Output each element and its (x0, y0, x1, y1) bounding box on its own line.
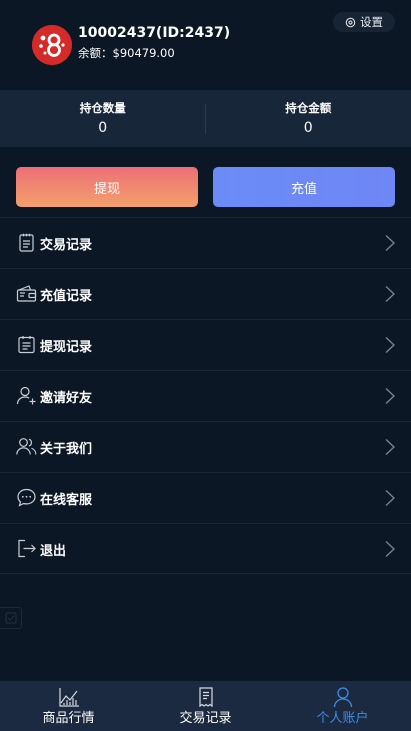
chevron-right-icon (384, 234, 396, 252)
withdraw-button[interactable]: 提现 (16, 167, 198, 207)
wallet-icon (16, 283, 37, 304)
tab-personal-account[interactable]: 个人账户 (274, 681, 411, 731)
menu-item-online-support[interactable]: 在线客服 (0, 472, 411, 523)
chevron-right-icon (384, 489, 396, 507)
menu-label: 关于我们 (40, 442, 93, 457)
menu-item-about-us[interactable]: 关于我们 (0, 421, 411, 472)
menu-item-recharge-records[interactable]: 充值记录 (0, 268, 411, 319)
logout-icon (16, 538, 37, 559)
position-count: 持仓数量 0 (0, 90, 206, 147)
chat-icon (16, 487, 37, 508)
position-amount-value: 0 (303, 120, 313, 136)
bottom-tabbar: 商品行情 交易记录 个人账户 (0, 681, 411, 731)
holdings-summary: 持仓数量 0 持仓金额 0 (0, 90, 411, 147)
menu-item-withdraw-records[interactable]: 提现记录 (0, 319, 411, 370)
balance: 余额：$90479.00 (78, 45, 175, 61)
menu-label: 在线客服 (40, 493, 93, 508)
chevron-right-icon (384, 540, 396, 558)
checkbox-icon (5, 612, 16, 624)
menu-label: 交易记录 (40, 238, 93, 253)
floating-widget[interactable] (0, 607, 22, 629)
chevron-right-icon (384, 336, 396, 354)
user-add-icon (16, 385, 37, 406)
tab-label: 交易记录 (179, 711, 232, 726)
menu-item-logout[interactable]: 退出 (0, 523, 411, 574)
receipt-icon (195, 686, 217, 708)
user-name: 10002437(ID:2437) (78, 25, 231, 41)
person-icon (332, 686, 354, 708)
brand-logo-icon (32, 25, 72, 65)
menu-label: 退出 (40, 544, 67, 559)
clipboard-icon (16, 232, 37, 253)
recharge-button[interactable]: 充值 (213, 167, 395, 207)
position-amount-label: 持仓金额 (285, 101, 332, 115)
settings-label: 设置 (360, 15, 383, 29)
profile-header: 10002437(ID:2437) 余额：$90479.00 设置 (0, 0, 411, 90)
chevron-right-icon (384, 387, 396, 405)
chevron-right-icon (384, 285, 396, 303)
tab-label: 个人账户 (316, 711, 369, 726)
avatar[interactable] (32, 25, 72, 65)
balance-value: $90479.00 (112, 46, 175, 60)
settings-button[interactable]: 设置 (333, 12, 395, 32)
tab-trade-records[interactable]: 交易记录 (137, 681, 274, 731)
stats-divider (205, 104, 206, 134)
chart-icon (58, 686, 80, 708)
list-icon (16, 334, 37, 355)
position-amount: 持仓金额 0 (206, 90, 411, 147)
tab-label: 商品行情 (42, 711, 95, 726)
menu-item-trade-records[interactable]: 交易记录 (0, 217, 411, 268)
menu-label: 邀请好友 (40, 391, 93, 406)
menu-item-invite-friends[interactable]: 邀请好友 (0, 370, 411, 421)
gear-icon (345, 17, 356, 27)
menu-label: 提现记录 (40, 340, 93, 355)
account-menu: 交易记录 充值记录 提现记录 邀请好友 关于我们 在线客服 退出 (0, 217, 411, 574)
users-icon (16, 436, 37, 457)
position-count-label: 持仓数量 (79, 101, 126, 115)
position-count-value: 0 (98, 120, 108, 136)
tab-market[interactable]: 商品行情 (0, 681, 137, 731)
chevron-right-icon (384, 438, 396, 456)
balance-label: 余额： (78, 46, 113, 60)
menu-label: 充值记录 (40, 289, 93, 304)
